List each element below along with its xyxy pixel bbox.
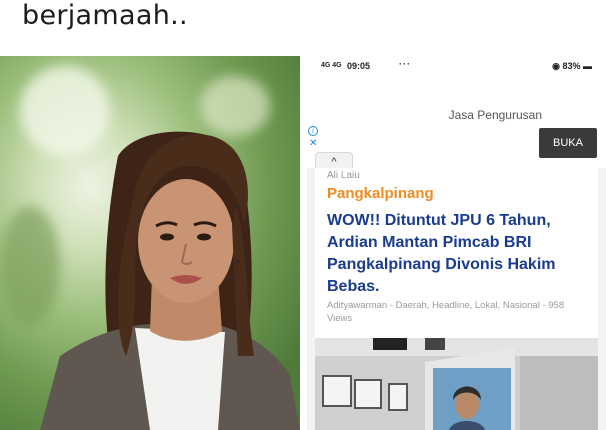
- phone-screenshot: 4G 4G 09:05 ··· ◉ 83% ▬ Jasa Pengurusan …: [307, 56, 606, 430]
- battery-icon: ▬: [583, 61, 592, 71]
- signal-icon: 4G 4G: [321, 62, 342, 69]
- ad-open-button[interactable]: BUKA: [539, 128, 597, 158]
- person-figure: [40, 131, 300, 430]
- ad-info-icon[interactable]: i: [308, 126, 318, 136]
- ad-text: Jasa Pengurusan: [448, 108, 542, 122]
- article-area: Ali Laiu Pangkalpinang WOW!! Dituntut JP…: [307, 168, 606, 430]
- battery-status: ◉ 83% ▬: [552, 61, 592, 72]
- portrait-photo: [0, 56, 300, 430]
- chevron-up-icon: ^: [331, 156, 337, 168]
- article-card[interactable]: Ali Laiu Pangkalpinang WOW!! Dituntut JP…: [315, 168, 598, 430]
- more-dots-icon: ···: [399, 59, 411, 69]
- ad-close-icon[interactable]: ✕: [309, 138, 317, 149]
- article-meta: Adityawarman - Daerah, Headline, Lokal, …: [327, 300, 565, 324]
- article-thumbnail[interactable]: [315, 338, 598, 430]
- battery-percent: 83%: [562, 61, 581, 71]
- location-icon: ◉: [552, 61, 560, 71]
- courtroom-image: [315, 338, 598, 430]
- status-bar: 4G 4G 09:05 ··· ◉ 83% ▬: [307, 56, 606, 78]
- article-category[interactable]: Pangkalpinang: [327, 185, 434, 202]
- ad-banner[interactable]: Jasa Pengurusan BUKA: [307, 86, 606, 158]
- article-headline[interactable]: WOW!! Dituntut JPU 6 Tahun, Ardian Manta…: [327, 210, 597, 298]
- status-time: 09:05: [347, 61, 371, 71]
- article-author-top: Ali Laiu: [327, 170, 360, 181]
- post-caption: berjamaah..: [22, 0, 188, 31]
